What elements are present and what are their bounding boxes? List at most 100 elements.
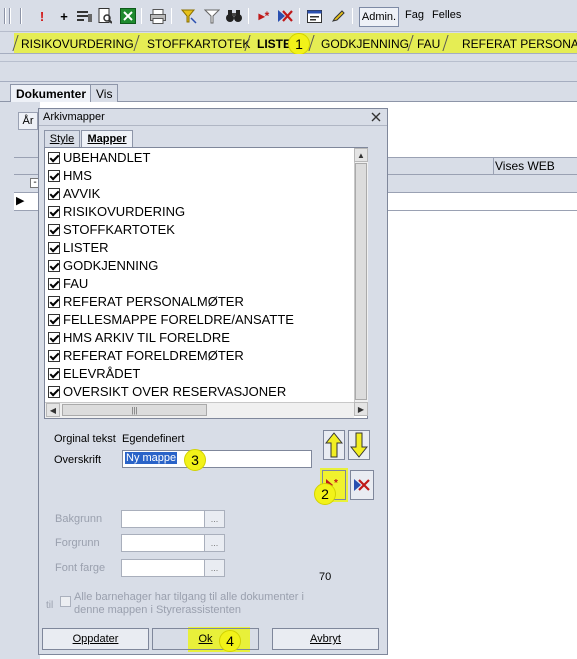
foreground-color-picker[interactable]: ... xyxy=(121,534,225,552)
cancel-button[interactable]: Avbryt xyxy=(272,628,379,650)
folder-label: AVVIK xyxy=(63,186,101,201)
folder-checkbox[interactable] xyxy=(48,187,60,200)
excel-icon[interactable] xyxy=(119,7,137,25)
tab-stoffkartotek[interactable]: STOFFKARTOTEK xyxy=(147,37,250,51)
toolbar-separator xyxy=(352,8,353,24)
folder-checkbox[interactable] xyxy=(48,349,60,362)
list-edit-icon[interactable] xyxy=(75,7,93,25)
folder-item[interactable]: FELLESMAPPE FORELDRE/ANSATTE xyxy=(48,311,294,328)
original-text-label: Orginal tekst xyxy=(54,433,116,445)
font-color-picker[interactable]: ... xyxy=(121,559,225,577)
year-filter[interactable]: År xyxy=(18,112,38,130)
scroll-thumb[interactable] xyxy=(355,163,367,400)
arrow-down-icon xyxy=(350,432,368,458)
row-pointer-icon: ▶ xyxy=(16,195,25,207)
column-vises-web[interactable]: Vises WEB xyxy=(495,159,555,173)
tab-fau[interactable]: FAU xyxy=(417,37,440,51)
tab-referat-personal[interactable]: REFERAT PERSONALM xyxy=(462,37,577,51)
new-folder-icon[interactable]: ▸* xyxy=(255,7,273,25)
tab-godkjenning[interactable]: GODKJENNING xyxy=(321,37,409,51)
folder-checkbox[interactable] xyxy=(48,367,60,380)
folder-checkbox[interactable] xyxy=(48,169,60,182)
filter-icon[interactable] xyxy=(203,7,221,25)
folder-checkbox[interactable] xyxy=(48,331,60,344)
pencil-icon[interactable] xyxy=(329,7,347,25)
toolbar-grip[interactable] xyxy=(4,8,6,24)
folder-item[interactable]: GODKJENNING xyxy=(48,257,158,274)
scroll-right-icon[interactable]: ▶ xyxy=(354,402,368,416)
tab-dokumenter[interactable]: Dokumenter xyxy=(10,84,93,102)
scroll-up-icon[interactable]: ▲ xyxy=(354,148,368,162)
tab-vis[interactable]: Vis xyxy=(90,84,119,102)
folder-item[interactable]: STOFFKARTOTEK xyxy=(48,221,175,238)
admin-button[interactable]: Admin. xyxy=(359,7,399,27)
foreground-label: Forgrunn xyxy=(55,537,100,549)
delete-folder-icon[interactable] xyxy=(276,7,294,25)
ok-button[interactable]: Ok xyxy=(152,628,259,650)
folder-item[interactable]: ELEVRÅDET xyxy=(48,365,140,382)
font-color-label: Font farge xyxy=(55,562,106,574)
folder-checkbox[interactable] xyxy=(48,259,60,272)
toolbar-grip-3[interactable] xyxy=(20,8,22,24)
tab-mapper[interactable]: Mapper xyxy=(81,130,133,147)
toolbar-separator xyxy=(299,8,300,24)
folder-label: RISIKOVURDERING xyxy=(63,204,186,219)
number-value: 70 xyxy=(319,571,332,583)
folder-item[interactable]: RISIKOVURDERING xyxy=(48,203,185,220)
felles-button[interactable]: Felles xyxy=(432,9,461,21)
folder-checkbox[interactable] xyxy=(48,223,60,236)
folder-item[interactable]: LISTER xyxy=(48,239,109,256)
background-color-picker[interactable]: ... xyxy=(121,510,225,528)
folder-item[interactable]: UBEHANDLET xyxy=(48,149,150,166)
heading-input[interactable]: Ny mappe xyxy=(122,450,312,468)
hscroll-thumb[interactable]: ||| xyxy=(62,404,207,416)
dialog-title: Arkivmapper xyxy=(43,111,105,123)
tab-risikovurdering[interactable]: RISIKOVURDERING xyxy=(21,37,134,51)
update-button[interactable]: Oppdater xyxy=(42,628,149,650)
properties-icon[interactable] xyxy=(306,7,324,25)
exclamation-icon[interactable]: ! xyxy=(33,7,51,25)
folder-checkbox[interactable] xyxy=(48,385,60,398)
grid-column-divider[interactable] xyxy=(493,158,494,174)
delete-folder-button[interactable] xyxy=(350,470,374,500)
folder-item[interactable]: REFERAT PERSONALMØTER xyxy=(48,293,244,310)
print-icon[interactable] xyxy=(149,7,167,25)
fag-button[interactable]: Fag xyxy=(405,9,424,21)
folder-item[interactable]: REFERAT FORELDREMØTER xyxy=(48,347,244,364)
toolbar-separator xyxy=(171,8,172,24)
folder-label: ELEVRÅDET xyxy=(63,366,141,381)
heading-input-value: Ny mappe xyxy=(125,452,178,464)
folder-checkbox[interactable] xyxy=(48,313,60,326)
toolbar-grip-2[interactable] xyxy=(9,8,11,24)
font-color-button[interactable]: ... xyxy=(204,560,224,576)
folder-checkbox[interactable] xyxy=(48,205,60,218)
background-color-button[interactable]: ... xyxy=(204,511,224,527)
preview-icon[interactable] xyxy=(96,7,114,25)
folder-label: REFERAT FORELDREMØTER xyxy=(63,348,244,363)
folder-item[interactable]: OVERSIKT OVER RESERVASJONER xyxy=(48,383,286,400)
folder-item[interactable]: HMS xyxy=(48,167,92,184)
plus-icon[interactable]: + xyxy=(55,7,73,25)
folder-label: LISTER xyxy=(63,240,109,255)
folder-label: HMS ARKIV TIL FORELDRE xyxy=(63,330,230,345)
foreground-color-button[interactable]: ... xyxy=(204,535,224,551)
toolbar-separator xyxy=(141,8,142,24)
folder-item[interactable]: AVVIK xyxy=(48,185,100,202)
folder-item[interactable]: HMS ARKIV TIL FORELDRE xyxy=(48,329,230,346)
tab-style[interactable]: Style xyxy=(44,130,80,147)
access-checkbox-label: Alle barnehager har tilgang til alle dok… xyxy=(74,591,304,616)
filter-toggle-icon[interactable] xyxy=(180,7,198,25)
scroll-left-icon[interactable]: ◀ xyxy=(46,403,60,417)
folder-checkbox[interactable] xyxy=(48,151,60,164)
folder-checkbox[interactable] xyxy=(48,277,60,290)
folder-label: FAU xyxy=(63,276,89,291)
access-checkbox[interactable] xyxy=(60,596,71,607)
close-icon[interactable] xyxy=(369,110,383,124)
folder-label: HMS xyxy=(63,168,92,183)
move-down-button[interactable] xyxy=(348,430,370,460)
folder-item[interactable]: FAU xyxy=(48,275,88,292)
folder-checkbox[interactable] xyxy=(48,241,60,254)
folder-checkbox[interactable] xyxy=(48,295,60,308)
move-up-button[interactable] xyxy=(323,430,345,460)
binoculars-icon[interactable] xyxy=(225,7,243,25)
